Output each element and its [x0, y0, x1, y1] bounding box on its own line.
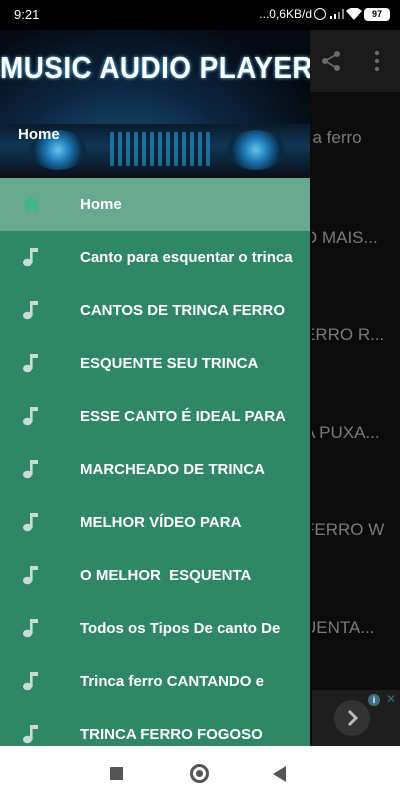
menu-item-label: MARCHEADO DE TRINCA — [80, 461, 265, 478]
menu-item-label: Todos os Tipos De canto De — [80, 620, 281, 637]
menu-item-home[interactable]: Home — [0, 178, 310, 231]
music-note-icon — [23, 301, 38, 320]
menu-item-track[interactable]: Trinca ferro CANTANDO e — [0, 655, 310, 708]
music-note-icon — [23, 513, 38, 532]
music-note-icon — [23, 619, 38, 638]
menu-item-track[interactable]: O MELHOR ESQUENTA — [0, 549, 310, 602]
menu-item-track[interactable]: ESSE CANTO É IDEAL PARA — [0, 390, 310, 443]
home-icon — [22, 196, 40, 212]
list-item[interactable]: UENTA... — [312, 618, 400, 638]
recent-apps-button[interactable] — [110, 767, 123, 780]
battery-icon: 97 — [364, 8, 390, 21]
drawer-header: MUSIC AUDIO PLAYER Home — [0, 30, 310, 178]
music-note-icon — [23, 354, 38, 373]
navigation-drawer: MUSIC AUDIO PLAYER Home Home Canto para … — [0, 30, 310, 746]
menu-item-label: MELHOR VÍDEO PARA — [80, 514, 242, 531]
list-item[interactable]: A PUXA... — [312, 423, 400, 443]
music-note-icon — [23, 460, 38, 479]
status-time: 9:21 — [14, 7, 40, 22]
list-item[interactable]: FERRO W — [312, 520, 400, 540]
list-item[interactable]: ca ferro — [312, 128, 400, 148]
ad-info-icon[interactable]: i — [368, 694, 380, 706]
menu-item-label: Home — [80, 196, 122, 213]
wifi-icon — [346, 8, 362, 20]
ad-close-icon[interactable]: ✕ — [386, 692, 396, 706]
drawer-menu: Home Canto para esquentar o trinca CANTO… — [0, 178, 310, 746]
menu-item-label: TRINCA FERRO FOGOSO — [80, 726, 263, 743]
drawer-header-subtitle: Home — [18, 126, 60, 143]
music-note-icon — [23, 725, 38, 744]
back-button[interactable] — [273, 766, 286, 782]
list-item[interactable]: O MAIS... — [312, 228, 400, 248]
menu-item-track[interactable]: MARCHEADO DE TRINCA — [0, 443, 310, 496]
music-note-icon — [23, 407, 38, 426]
menu-item-track[interactable]: Canto para esquentar o trinca — [0, 231, 310, 284]
menu-item-track[interactable]: Todos os Tipos De canto De — [0, 602, 310, 655]
menu-item-label: O MELHOR ESQUENTA — [80, 567, 252, 584]
share-icon[interactable] — [320, 50, 342, 72]
menu-item-label: Trinca ferro CANTANDO e — [80, 673, 264, 690]
network-speed: ...0,6KB/d — [259, 7, 312, 21]
home-button[interactable] — [190, 764, 209, 783]
status-bar: 9:21 ...0,6KB/d 97 — [0, 0, 400, 30]
menu-item-label: ESQUENTE SEU TRINCA — [80, 355, 259, 372]
ad-next-icon[interactable] — [334, 700, 370, 736]
menu-item-track[interactable]: MELHOR VÍDEO PARA — [0, 496, 310, 549]
menu-item-label: Canto para esquentar o trinca — [80, 249, 293, 266]
menu-item-label: ESSE CANTO É IDEAL PARA — [80, 408, 286, 425]
signal-icon — [330, 9, 344, 19]
menu-item-track[interactable]: CANTOS DE TRINCA FERRO — [0, 284, 310, 337]
music-note-icon — [23, 566, 38, 585]
system-nav-bar — [0, 746, 400, 800]
menu-item-track[interactable]: ESQUENTE SEU TRINCA — [0, 337, 310, 390]
music-note-icon — [23, 672, 38, 691]
menu-item-label: CANTOS DE TRINCA FERRO — [80, 302, 286, 319]
music-note-icon — [23, 248, 38, 267]
ad-banner[interactable]: i ✕ — [312, 690, 400, 746]
more-vert-icon[interactable] — [374, 50, 380, 72]
alarm-icon — [314, 8, 326, 20]
list-item[interactable]: ERRO R... — [312, 325, 400, 345]
menu-item-track[interactable]: TRINCA FERRO FOGOSO — [0, 708, 310, 746]
app-title: MUSIC AUDIO PLAYER — [0, 50, 310, 85]
